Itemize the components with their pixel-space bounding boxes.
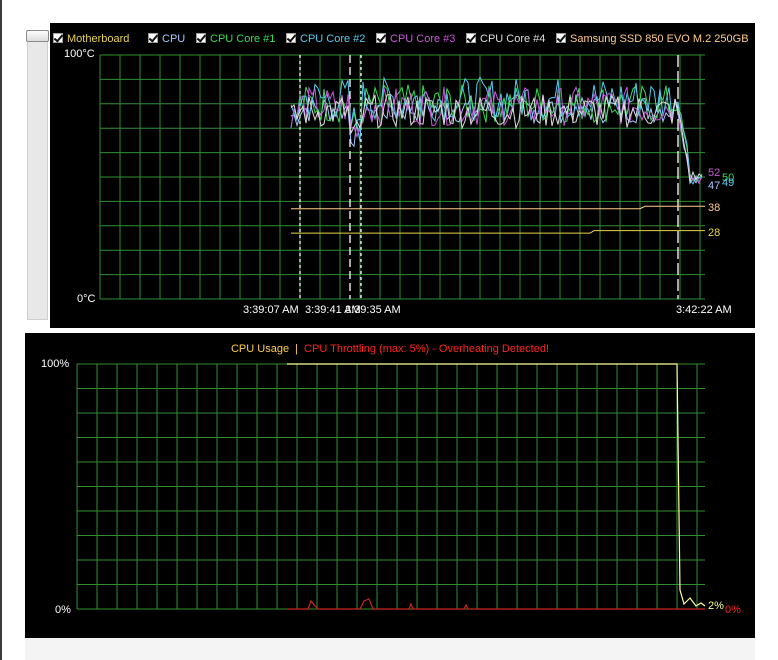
series-ssd [291, 205, 705, 210]
charts-canvas [76, 54, 706, 610]
end-value-motherboard: 28 [708, 227, 721, 239]
time-label: 3:39:35 AM [345, 304, 401, 316]
end-value-core2: 49 [722, 177, 735, 189]
end-value-cpu: 47 [708, 180, 721, 192]
throttle-title-label: CPU Throttling (max: 5%) - Overheating D… [304, 343, 549, 355]
end-value-ssd: 38 [708, 202, 721, 214]
usage-y-min-label: 0% [55, 604, 71, 616]
end-value-core3: 52 [708, 167, 721, 179]
time-label: 3:42:22 AM [676, 304, 732, 316]
usage-grid [76, 363, 705, 610]
usage-chart-title: CPU Usage | CPU Throttling (max: 5%) - O… [25, 343, 755, 355]
usage-y-max-label: 100% [41, 358, 70, 370]
temp-y-max-label: 100°C [64, 48, 95, 60]
throttle-end-value: 0% [725, 604, 741, 616]
series-motherboard [291, 230, 705, 234]
series-cpu-usage [287, 363, 706, 607]
temp-y-min-label: 0°C [77, 293, 96, 305]
usage-title-label: CPU Usage [230, 343, 290, 355]
series-cpu-throttling [287, 598, 705, 610]
usage-end-value: 2% [708, 600, 724, 612]
time-label: 3:39:07 AM [243, 304, 299, 316]
usage-title-separator: | [295, 343, 298, 355]
